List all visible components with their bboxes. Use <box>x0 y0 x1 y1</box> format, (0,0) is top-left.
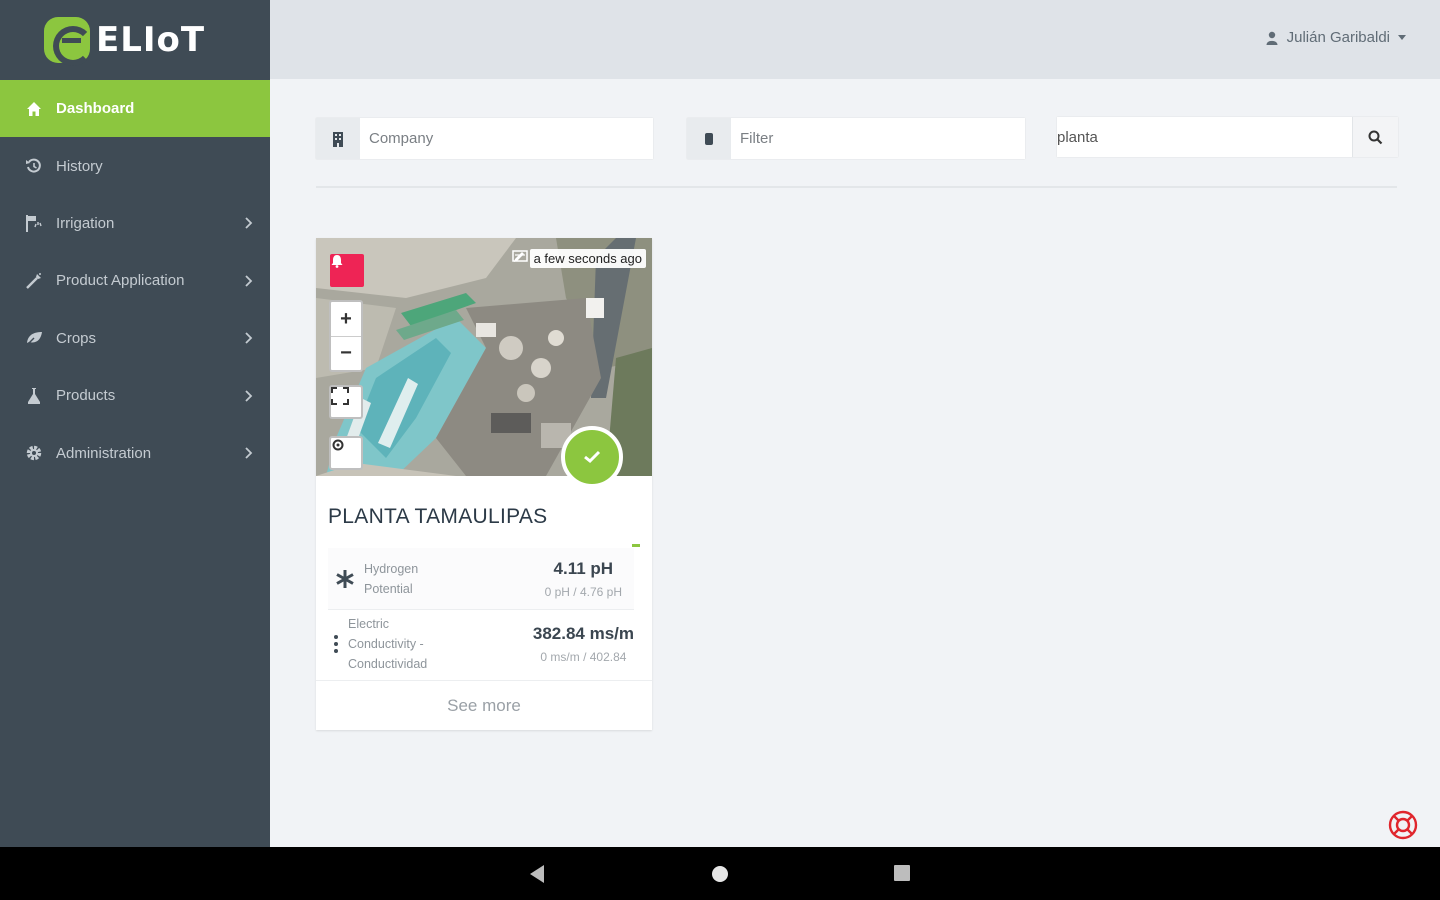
zoom-in-button[interactable]: + <box>331 302 361 336</box>
recents-icon[interactable] <box>893 864 911 882</box>
sidebar-item-label: Dashboard <box>56 100 135 118</box>
alarm-button[interactable] <box>330 254 364 287</box>
metric-row-conductivity[interactable]: Electric Conductivity - Conductividad 38… <box>328 612 634 676</box>
sidebar-item-history[interactable]: History <box>0 137 270 194</box>
device-filter <box>687 118 1025 159</box>
sidebar-item-administration[interactable]: Administration <box>0 424 270 481</box>
sidebar-item-crops[interactable]: Crops <box>0 310 270 367</box>
metric-value: 4.11 pH <box>553 558 614 578</box>
caret-down-icon <box>1398 35 1406 40</box>
sidebar-item-label: Irrigation <box>56 214 115 232</box>
last-update-timestamp: a few seconds ago <box>529 249 646 268</box>
leaf-icon <box>24 328 44 348</box>
metric-values: 382.84 ms/m 0 ms/m / 402.84 <box>533 624 634 664</box>
sidebar-item-products[interactable]: Products <box>0 367 270 424</box>
search-input[interactable] <box>1057 117 1352 157</box>
sidebar: ELIoT Dashboard History Irrigation Produ… <box>0 0 270 847</box>
sidebar-item-label: Administration <box>56 444 152 462</box>
brand-logo[interactable]: ELIoT <box>0 0 270 80</box>
station-title[interactable]: PLANTA TAMAULIPAS <box>328 505 547 529</box>
metric-name-line: Conductividad <box>348 657 428 671</box>
sidebar-item-irrigation[interactable]: Irrigation <box>0 195 270 252</box>
asterisk-icon <box>328 569 362 589</box>
chevron-right-icon <box>245 275 253 287</box>
history-icon <box>24 156 44 176</box>
locate-icon <box>332 439 344 451</box>
sidebar-item-label: Crops <box>56 329 97 347</box>
company-filter <box>316 118 653 159</box>
status-ok-badge <box>561 426 623 488</box>
chevron-right-icon <box>245 447 253 459</box>
search-icon <box>1368 130 1383 144</box>
company-input[interactable] <box>360 118 653 159</box>
chevron-right-icon <box>245 390 253 402</box>
support-icon[interactable] <box>1388 810 1418 840</box>
chevron-right-icon <box>245 217 253 230</box>
bell-icon <box>331 255 343 268</box>
search-button[interactable] <box>1352 117 1398 157</box>
irrigation-icon <box>24 213 44 233</box>
chevron-right-icon <box>245 332 253 344</box>
search-filter <box>1057 117 1398 157</box>
building-icon <box>316 118 360 159</box>
metric-name: Electric Conductivity - Conductividad <box>348 614 427 674</box>
back-icon[interactable] <box>528 864 546 884</box>
filter-input[interactable] <box>731 118 1025 159</box>
home-icon <box>24 99 44 119</box>
sidebar-item-dashboard[interactable]: Dashboard <box>0 80 270 138</box>
sidebar-item-label: Products <box>56 387 116 405</box>
fullscreen-icon <box>331 387 349 405</box>
sprayer-icon <box>24 271 44 291</box>
logo-text: ELIoT <box>96 20 206 60</box>
user-name: Julián Garibaldi <box>1286 29 1390 46</box>
metric-value: 382.84 ms/m <box>532 624 634 643</box>
metric-name-line: Electric <box>348 617 389 631</box>
metric-range: 0 pH / 4.76 pH <box>544 584 622 599</box>
user-icon <box>1266 31 1278 45</box>
metric-range: 0 ms/m / 402.84 <box>540 650 627 664</box>
zoom-control: + − <box>329 300 363 372</box>
metric-name-line: Potential <box>364 581 413 596</box>
metric-name-line: Conductivity - <box>348 637 424 651</box>
metric-name-line: Hydrogen <box>364 561 419 576</box>
zoom-out-button[interactable]: − <box>331 336 361 370</box>
gear-icon <box>24 443 44 463</box>
see-more-link[interactable]: See more <box>316 680 652 730</box>
device-icon <box>687 118 731 159</box>
top-bar: Julián Garibaldi <box>270 0 1440 79</box>
vertical-dots-icon <box>328 634 344 654</box>
sidebar-item-product-application[interactable]: Product Application <box>0 252 270 309</box>
checkmark-icon <box>584 450 601 464</box>
eliot-logo-icon <box>44 17 93 66</box>
online-indicator <box>632 544 640 547</box>
metric-name: Hydrogen Potential <box>364 559 418 599</box>
sidebar-item-label: History <box>56 157 103 175</box>
layers-icon[interactable] <box>512 250 528 262</box>
sidebar-item-label: Product Application <box>56 272 185 290</box>
flask-icon <box>24 386 44 406</box>
divider <box>316 186 1397 188</box>
home-circle-icon[interactable] <box>710 864 730 884</box>
locate-button[interactable] <box>329 436 363 470</box>
metric-row-ph[interactable]: Hydrogen Potential 4.11 pH 0 pH / 4.76 p… <box>328 548 634 610</box>
user-menu[interactable]: Julián Garibaldi <box>1266 29 1406 46</box>
station-card: a few seconds ago + − PLANTA TAMAULIPAS … <box>316 238 652 730</box>
fullscreen-button[interactable] <box>329 385 363 419</box>
metric-values: 4.11 pH 0 pH / 4.76 pH <box>545 559 622 599</box>
android-navigation-bar <box>0 847 1440 900</box>
